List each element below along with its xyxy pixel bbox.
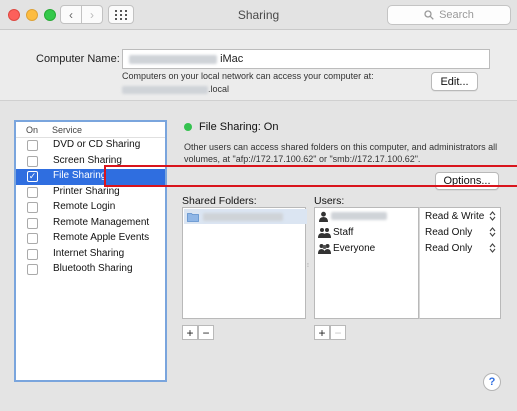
users-list[interactable]: Staff Everyone (314, 207, 419, 319)
redacted-name (129, 54, 217, 64)
chevron-left-icon: ‹ (69, 7, 73, 22)
permission-staff[interactable]: Read Only (420, 224, 500, 240)
service-row[interactable]: Remote Login (16, 200, 165, 216)
service-row[interactable]: Remote Management (16, 216, 165, 232)
permission-owner-label: Read & Write (425, 210, 485, 222)
remove-folder-button[interactable]: − (198, 325, 214, 340)
service-label: Printer Sharing (53, 185, 120, 197)
service-checkbox[interactable] (27, 155, 38, 167)
service-row[interactable]: DVD or CD Sharing (16, 138, 165, 154)
computer-name-field[interactable]: iMac (122, 49, 490, 69)
computer-name-description-line: Computers on your local network can acce… (122, 71, 374, 81)
service-label: DVD or CD Sharing (53, 139, 141, 150)
user-row-everyone[interactable]: Everyone (315, 240, 418, 256)
service-row[interactable]: Internet Sharing (16, 247, 165, 263)
computer-name-description: Computers on your local network can acce… (122, 70, 422, 96)
service-label: File Sharing (53, 170, 107, 181)
remove-user-button[interactable]: − (330, 325, 346, 340)
service-checkbox[interactable] (27, 233, 38, 244)
back-button[interactable]: ‹ (60, 5, 82, 24)
header-on: On (26, 125, 39, 135)
service-checkbox[interactable] (27, 248, 38, 260)
user-name-everyone: Everyone (333, 242, 376, 254)
service-label: Internet Sharing (53, 247, 125, 259)
everyone-icon (318, 243, 331, 254)
services-list[interactable]: On Service DVD or CD Sharing Screen Shari… (14, 120, 167, 382)
header-service: Service (52, 125, 83, 135)
add-folder-button[interactable]: + (182, 325, 198, 340)
redacted-folder-name (203, 212, 283, 221)
grid-icon (115, 9, 127, 20)
redacted-user-name (331, 212, 387, 220)
user-icon (319, 211, 328, 222)
service-checkbox[interactable] (27, 264, 38, 275)
help-button[interactable]: ? (483, 373, 501, 391)
user-name-staff: Staff (333, 226, 354, 238)
user-row-staff[interactable]: Staff (315, 224, 418, 240)
search-field[interactable]: Search (387, 5, 511, 25)
search-placeholder: Search (439, 9, 474, 21)
status-indicator (184, 123, 192, 131)
updown-chevron-icon (489, 211, 496, 221)
service-label: Bluetooth Sharing (53, 263, 133, 274)
folder-icon (187, 212, 199, 222)
local-address: .local (122, 83, 422, 96)
minimize-window-button[interactable] (26, 9, 38, 21)
zoom-window-button[interactable] (44, 9, 56, 21)
service-label: Remote Login (53, 201, 116, 212)
file-sharing-description: Other users can access shared folders on… (184, 142, 498, 164)
service-row[interactable]: Remote Apple Events (16, 231, 165, 247)
service-label: Remote Management (53, 216, 150, 228)
permission-everyone-label: Read Only (425, 242, 473, 254)
chevron-right-icon: › (90, 7, 94, 22)
add-user-button[interactable]: + (314, 325, 330, 340)
permission-staff-label: Read Only (425, 226, 473, 238)
service-label: Screen Sharing (53, 154, 122, 166)
shared-folders-label: Shared Folders: (182, 195, 257, 207)
group-icon (318, 227, 331, 238)
user-row-owner[interactable] (315, 208, 418, 224)
computer-name-suffix: iMac (220, 53, 244, 65)
service-checkbox[interactable] (27, 217, 38, 229)
service-label: Remote Apple Events (53, 232, 150, 243)
shared-folders-list[interactable] (182, 207, 307, 319)
close-window-button[interactable] (8, 9, 20, 21)
updown-chevron-icon (489, 243, 496, 253)
permission-owner[interactable]: Read & Write (420, 208, 500, 224)
file-sharing-status: File Sharing: On (199, 121, 279, 133)
updown-chevron-icon (489, 227, 496, 237)
service-row[interactable]: Bluetooth Sharing (16, 262, 165, 278)
users-label: Users: (314, 195, 345, 207)
service-checkbox[interactable] (27, 186, 38, 198)
forward-button[interactable]: › (81, 5, 103, 24)
splitter-handle[interactable]: ⁝ (307, 262, 311, 269)
service-checkbox[interactable] (27, 140, 38, 151)
shared-folder-row[interactable] (184, 209, 307, 224)
services-rows: DVD or CD Sharing Screen Sharing ✓ File Sha… (16, 138, 165, 278)
highlight-annotation (104, 165, 517, 187)
title-bar: ‹ › Sharing Search (0, 0, 517, 30)
service-checkbox[interactable]: ✓ (27, 171, 38, 182)
local-address-suffix: .local (208, 84, 230, 94)
permission-everyone[interactable]: Read Only (420, 240, 500, 256)
search-icon (424, 10, 434, 20)
service-checkbox[interactable] (27, 202, 38, 213)
services-header: On Service (16, 122, 165, 138)
redacted-address (122, 85, 208, 94)
edit-button[interactable]: Edit... (431, 72, 478, 91)
computer-name-label: Computer Name: (36, 53, 120, 65)
permissions-list[interactable]: Read & Write Read Only Read Only (419, 207, 501, 319)
show-all-button[interactable] (108, 5, 134, 24)
